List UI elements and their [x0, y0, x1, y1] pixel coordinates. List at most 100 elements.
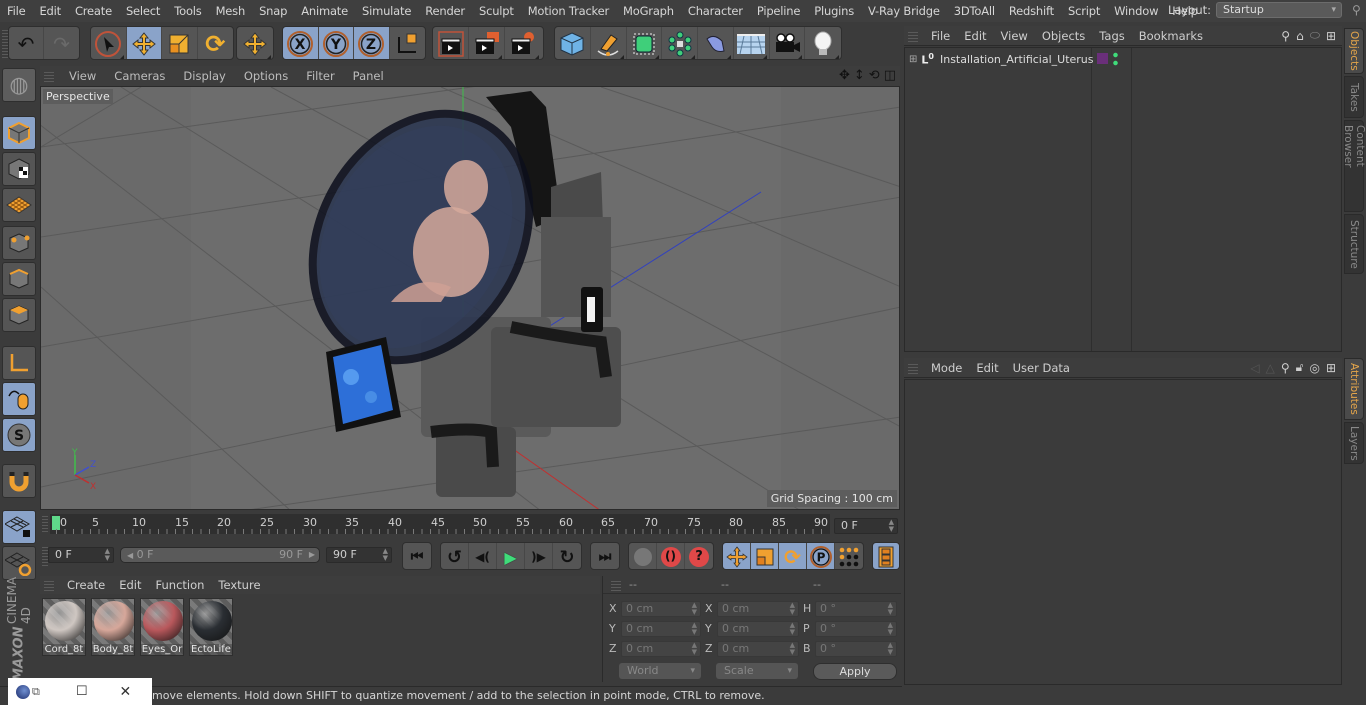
spinner-icon[interactable]: ▲ ▼ [692, 642, 697, 656]
y-axis-toggle[interactable]: Y [318, 27, 354, 59]
menu-create[interactable]: Create [68, 4, 119, 18]
menu-simulate[interactable]: Simulate [355, 4, 418, 18]
home-icon[interactable]: ⌂ [1296, 29, 1304, 43]
back-arrow-icon[interactable]: ◁ [1250, 361, 1259, 375]
next-frame-button[interactable]: )▶ [525, 543, 553, 569]
rotation-p-field[interactable]: 0 ° ▲ ▼ [815, 621, 897, 637]
close-icon[interactable]: ✕ [120, 684, 132, 700]
object-row[interactable]: ⊞ L0 Installation_Artificial_Uterus [905, 50, 1341, 68]
new-panel-icon[interactable]: ⊞ [1326, 29, 1336, 43]
cloner-button[interactable] [662, 27, 698, 59]
motion-record-button[interactable] [629, 543, 657, 569]
menu-edit[interactable]: Edit [32, 4, 67, 18]
timeline-window-button[interactable] [873, 543, 899, 569]
light-button[interactable] [805, 27, 841, 59]
attribute-menu-mode[interactable]: Mode [924, 361, 969, 375]
object-menu-tags[interactable]: Tags [1092, 29, 1131, 43]
render-settings-button[interactable] [505, 27, 541, 59]
current-frame-field[interactable]: 0 F ▲ ▼ [834, 518, 898, 534]
material-swatch[interactable]: Body_8t [91, 598, 135, 656]
pan-view-icon[interactable]: ✥ [839, 68, 850, 83]
size-y-field[interactable]: 0 cm ▲ ▼ [717, 621, 799, 637]
search-icon[interactable]: ⚲ [1281, 361, 1290, 375]
z-axis-toggle[interactable]: Z [354, 27, 390, 59]
camera-button[interactable] [770, 27, 806, 59]
apply-button[interactable]: Apply [813, 663, 897, 680]
menu-select[interactable]: Select [119, 4, 167, 18]
camera-label[interactable]: Perspective [43, 89, 113, 104]
attribute-menu-user-data[interactable]: User Data [1006, 361, 1077, 375]
edges-mode-button[interactable] [2, 262, 36, 296]
frame-range-slider[interactable]: ◀ 0 F 90 F ▶ [120, 547, 320, 563]
spinner-icon[interactable]: ▲ ▼ [692, 622, 697, 636]
menu-3dtoall[interactable]: 3DToAll [947, 4, 1002, 18]
material-swatch[interactable]: EctoLife [189, 598, 233, 656]
make-editable-button[interactable]: ◍ [2, 68, 36, 102]
subdivision-button[interactable] [627, 27, 663, 59]
rotation-b-field[interactable]: 0 ° ▲ ▼ [815, 641, 897, 657]
axis-mode-button[interactable] [2, 346, 36, 380]
menu-sculpt[interactable]: Sculpt [472, 4, 521, 18]
search-icon[interactable]: ⚲ [1281, 29, 1290, 43]
tweak-mode-button[interactable] [2, 382, 36, 416]
scale-tool-button[interactable] [162, 27, 198, 59]
spinner-icon[interactable]: ▲ ▼ [888, 622, 893, 636]
size-z-field[interactable]: 0 cm ▲ ▼ [717, 641, 799, 657]
dolly-view-icon[interactable]: ↕ [854, 68, 865, 83]
menu-mograph[interactable]: MoGraph [616, 4, 681, 18]
spinner-icon[interactable]: ▲ ▼ [790, 602, 795, 616]
playhead[interactable] [52, 516, 60, 530]
maximize-icon[interactable]: ☐ [76, 684, 88, 699]
spinner-icon[interactable]: ▲ ▼ [383, 548, 388, 562]
attribute-menu-edit[interactable]: Edit [969, 361, 1005, 375]
goto-end-button[interactable]: ⏭ [591, 543, 619, 569]
menu-plugins[interactable]: Plugins [807, 4, 861, 18]
play-button[interactable]: ▶ [497, 543, 525, 569]
prev-key-button[interactable]: ↺ [441, 543, 469, 569]
position-y-field[interactable]: 0 cm ▲ ▼ [621, 621, 701, 637]
menu-snap[interactable]: Snap [252, 4, 294, 18]
cube-button[interactable] [555, 27, 591, 59]
menu-render[interactable]: Render [418, 4, 472, 18]
timeline-grip[interactable] [42, 516, 48, 532]
spinner-icon[interactable]: ▲ ▼ [888, 602, 893, 616]
viewport-menu-display[interactable]: Display [174, 69, 234, 83]
tab-takes[interactable]: Takes [1344, 76, 1364, 118]
coordinate-system-button[interactable] [390, 27, 425, 59]
pen-spline-button[interactable] [591, 27, 627, 59]
locked-workplane-button[interactable] [2, 510, 36, 544]
position-z-field[interactable]: 0 cm ▲ ▼ [621, 641, 701, 657]
transform-mode-dropdown[interactable]: Scale [716, 663, 798, 679]
tab-structure[interactable]: Structure [1344, 214, 1364, 274]
layer-color-tag[interactable] [1097, 53, 1108, 64]
polygons-mode-button[interactable] [2, 298, 36, 332]
range-left-arrow-icon[interactable]: ◀ [127, 551, 133, 560]
cinema4d-app-icon[interactable] [16, 684, 30, 699]
position-x-field[interactable]: 0 cm ▲ ▼ [621, 601, 701, 617]
object-menu-edit[interactable]: Edit [957, 29, 993, 43]
material-swatch[interactable]: Eyes_Or [140, 598, 184, 656]
live-selection-button[interactable] [91, 27, 127, 59]
object-menu-objects[interactable]: Objects [1035, 29, 1092, 43]
timeline-ruler[interactable]: 0 5 10 15 20 25 30 35 40 45 50 55 60 65 … [50, 514, 830, 534]
orbit-view-icon[interactable]: ⟲ [869, 68, 880, 83]
size-x-field[interactable]: 0 cm ▲ ▼ [717, 601, 799, 617]
move-tool-button[interactable] [126, 27, 162, 59]
planar-workplane-button[interactable] [2, 546, 36, 580]
next-key-button[interactable]: ↻ [553, 543, 581, 569]
coordinate-space-dropdown[interactable]: World [619, 663, 701, 679]
menu-character[interactable]: Character [681, 4, 750, 18]
spinner-icon[interactable]: ▲ ▼ [692, 602, 697, 616]
menu-pipeline[interactable]: Pipeline [750, 4, 807, 18]
key-position-toggle[interactable] [723, 543, 751, 569]
autokeying-button[interactable]: ? [685, 543, 713, 569]
material-menu-function[interactable]: Function [149, 578, 212, 592]
points-mode-button[interactable] [2, 226, 36, 260]
object-menu-bookmarks[interactable]: Bookmarks [1132, 29, 1210, 43]
texture-mode-button[interactable] [2, 152, 36, 186]
3d-viewport[interactable]: Perspective Y Z X Grid Spacing : 100 cm [40, 86, 900, 510]
material-menu-grip[interactable] [44, 579, 54, 591]
coordinates-grip[interactable] [611, 579, 621, 591]
goto-start-button[interactable]: ⏮ [403, 543, 431, 569]
snapping-button[interactable]: S [2, 418, 36, 452]
